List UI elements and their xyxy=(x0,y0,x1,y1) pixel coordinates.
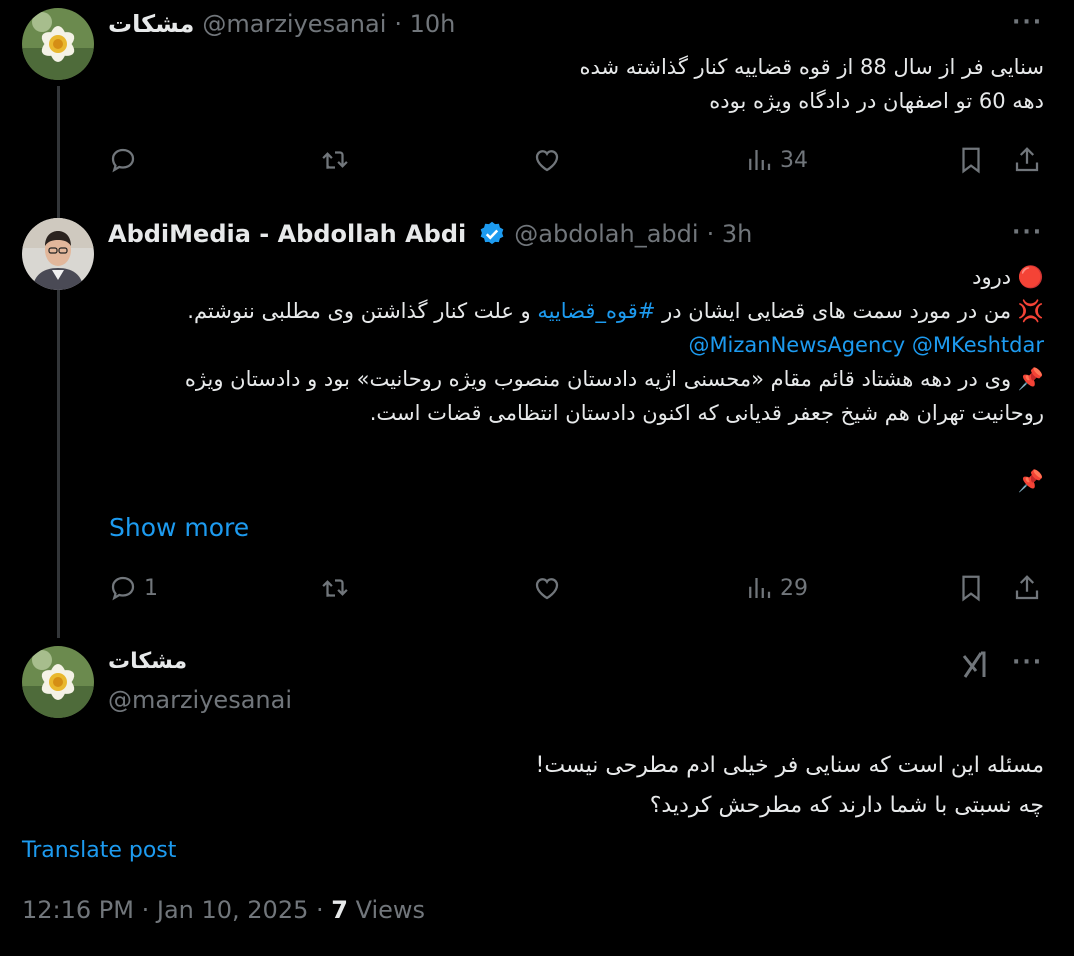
tweet-time[interactable]: · 3h xyxy=(707,220,753,248)
tweet-line: دهه 60 تو اصفهان در دادگاه ویژه بوده xyxy=(709,89,1044,113)
views-button[interactable]: 34 xyxy=(744,140,808,180)
tweet-line: مسئله این است که سنایی فر خیلی ادم مطرحی… xyxy=(535,753,1044,778)
pin-icon: 📌 xyxy=(1017,367,1044,391)
pin-icon: 📌 xyxy=(1017,469,1044,493)
show-more-link[interactable]: Show more xyxy=(109,513,249,542)
views-label: Views xyxy=(347,896,426,924)
views-icon xyxy=(749,578,771,598)
tweet1-header: مشکات @marziyesanai · 10h xyxy=(108,10,455,38)
share-button[interactable] xyxy=(1012,140,1042,180)
tweet-line: 📌 وی در دهه هشتاد قائم مقام «محسنی اژیه … xyxy=(184,367,1044,391)
anger-icon: 💢 xyxy=(1017,299,1044,323)
author-handle[interactable]: @abdolah_abdi xyxy=(514,220,698,248)
post-timestamp[interactable]: 12:16 PM · Jan 10, 2025 xyxy=(22,896,308,924)
tweet1-actions: 34 xyxy=(108,140,1044,180)
tweet-line: 📌 xyxy=(185,464,1044,498)
author-handle[interactable]: @marziyesanai xyxy=(108,686,292,714)
tweet-line: 💢 من در مورد سمت های قضایی ایشان در #قوه… xyxy=(187,299,1044,323)
like-icon xyxy=(535,578,559,600)
bookmark-button[interactable] xyxy=(956,568,986,608)
views-count: 29 xyxy=(780,575,808,601)
avatar-portrait-image xyxy=(22,218,94,290)
post-meta: 12:16 PM · Jan 10, 2025 · 7 Views xyxy=(22,896,426,924)
reply-icon xyxy=(111,576,135,601)
tweet1-text: سنایی فر از سال 88 از قوه قضاییه کنار گذ… xyxy=(579,50,1044,118)
tweet-time[interactable]: · 10h xyxy=(394,10,455,38)
author-name[interactable]: مشکات xyxy=(108,649,187,674)
tweet-line: روحانیت تهران هم شیخ جعفر قدیانی که اکنو… xyxy=(369,401,1044,425)
like-button[interactable] xyxy=(532,568,562,608)
tweet3-text: مسئله این است که سنایی فر خیلی ادم مطرحی… xyxy=(536,746,1044,826)
more-icon[interactable]: ··· xyxy=(1012,10,1043,35)
avatar-flower-image xyxy=(22,646,94,718)
views-button[interactable]: 29 xyxy=(744,568,808,608)
more-icon[interactable]: ··· xyxy=(1012,650,1043,675)
like-button[interactable] xyxy=(532,140,562,180)
reply-button[interactable]: 1 xyxy=(108,568,158,608)
mention-links[interactable]: @MizanNewsAgency @MKeshtdar xyxy=(688,333,1044,357)
thread-connector xyxy=(57,86,60,638)
avatar-flower-image xyxy=(22,8,94,80)
views-icon xyxy=(749,150,771,170)
reply-button[interactable] xyxy=(108,140,138,180)
like-icon xyxy=(535,150,559,172)
grok-icon[interactable] xyxy=(960,650,994,680)
bookmark-icon xyxy=(962,147,980,174)
retweet-button[interactable] xyxy=(320,568,350,608)
retweet-button[interactable] xyxy=(320,140,350,180)
avatar[interactable] xyxy=(22,218,94,290)
reply-icon xyxy=(111,148,135,173)
avatar[interactable] xyxy=(22,646,94,718)
bookmark-icon xyxy=(962,575,980,602)
tweet-line: @MizanNewsAgency @MKeshtdar xyxy=(185,328,1044,362)
views-count: 7 xyxy=(331,896,348,924)
author-name[interactable]: مشکات xyxy=(108,10,194,38)
tweet-line: چه نسبتی با شما دارند که مطرحش کردید؟ xyxy=(649,793,1044,818)
author-handle[interactable]: @marziyesanai xyxy=(202,10,386,38)
author-name[interactable]: AbdiMedia - Abdollah Abdi xyxy=(108,220,466,248)
tweet2-actions: 1 29 xyxy=(108,568,1044,608)
share-button[interactable] xyxy=(1012,568,1042,608)
share-icon xyxy=(1015,147,1039,172)
retweet-icon xyxy=(322,151,348,169)
tweet-line: سنایی فر از سال 88 از قوه قضاییه کنار گذ… xyxy=(579,55,1044,79)
retweet-icon xyxy=(322,579,348,597)
views-count: 34 xyxy=(780,147,808,173)
more-icon[interactable]: ··· xyxy=(1012,220,1043,245)
verified-badge-icon xyxy=(480,221,504,245)
reply-count: 1 xyxy=(144,575,158,601)
tweet2-header: AbdiMedia - Abdollah Abdi @abdolah_abdi … xyxy=(108,220,752,248)
tweet2-text: 🔴 درود 💢 من در مورد سمت های قضایی ایشان … xyxy=(185,260,1044,498)
tweet-line: 🔴 درود xyxy=(972,265,1044,289)
bookmark-button[interactable] xyxy=(956,140,986,180)
share-icon xyxy=(1015,575,1039,600)
avatar[interactable] xyxy=(22,8,94,80)
red-circle-icon: 🔴 xyxy=(1017,265,1044,289)
hashtag-link[interactable]: #قوه_قضاییه xyxy=(537,299,655,323)
translate-post-link[interactable]: Translate post xyxy=(22,838,176,863)
